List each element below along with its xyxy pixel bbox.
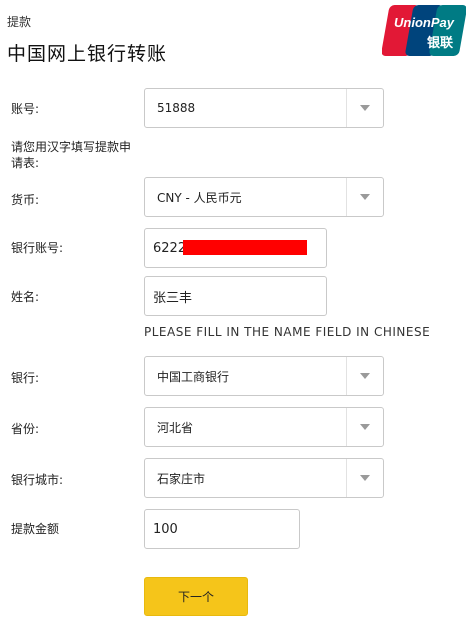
amount-label: 提款金额 [11,522,60,536]
name-label: 姓名: [11,290,40,304]
city-select[interactable]: 石家庄市 [144,458,384,498]
chevron-down-icon [346,459,383,497]
breadcrumb: 提款 [7,15,32,29]
city-label: 银行城市: [11,473,64,487]
bank-select[interactable]: 中国工商银行 [144,356,384,396]
instruction-note: 请您用汉字填写提款申请表: [11,140,132,170]
name-value: 张三丰 [153,290,193,306]
amount-input[interactable]: 100 [144,509,300,549]
chevron-down-icon [346,408,383,446]
account-select[interactable]: 51888 [144,88,384,128]
redaction-bar [183,240,307,255]
name-hint: PLEASE FILL IN THE NAME FIELD IN CHINESE [144,325,431,339]
page-title: 中国网上银行转账 [7,43,168,65]
bank-account-label: 银行账号: [11,241,64,255]
currency-label: 货币: [11,193,40,207]
chevron-down-icon [346,357,383,395]
amount-value: 100 [153,521,178,537]
province-select[interactable]: 河北省 [144,407,384,447]
city-value: 石家庄市 [157,471,206,486]
chevron-down-icon [346,89,383,127]
bank-label: 银行: [11,371,40,385]
logo-text-top: UnionPay [394,15,455,30]
account-value: 51888 [157,101,196,115]
bank-account-value: 6222 [153,240,187,256]
logo-text-bottom: 银联 [427,35,453,51]
currency-value: CNY - 人民币元 [157,190,242,205]
next-button[interactable]: 下一个 [144,577,248,616]
province-value: 河北省 [157,420,194,435]
currency-select[interactable]: CNY - 人民币元 [144,177,384,217]
bank-value: 中国工商银行 [157,369,230,384]
province-label: 省份: [11,422,40,436]
name-input[interactable]: 张三丰 [144,276,327,316]
account-label: 账号: [11,102,40,116]
chevron-down-icon [346,178,383,216]
unionpay-logo: UnionPay 银联 [382,5,466,56]
